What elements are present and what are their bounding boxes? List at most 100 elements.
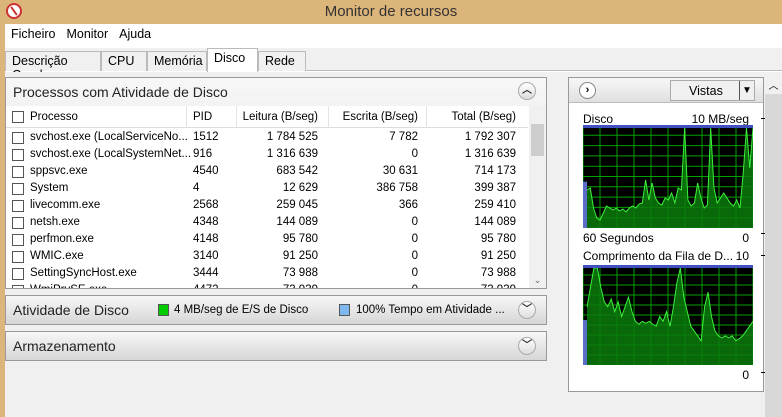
legend-active-time: 100% Tempo em Atividade ... [356, 304, 505, 316]
col-leitura[interactable]: Leitura (B/seg) [243, 111, 318, 123]
tab-cpu[interactable]: CPU [101, 51, 147, 71]
read-rate: 73 939 [283, 284, 318, 288]
client-area: FicheiroMonitorAjuda Descrição Geral CPU… [5, 24, 782, 417]
total-rate: 91 250 [480, 250, 516, 262]
row-checkbox[interactable] [12, 251, 24, 263]
section-title: Atividade de Disco [13, 302, 129, 318]
tab-disco[interactable]: Disco [207, 48, 258, 72]
total-rate: 1 792 307 [464, 131, 516, 143]
total-rate: 1 316 639 [464, 148, 516, 160]
pid: 2568 [193, 199, 219, 211]
row-checkbox[interactable] [12, 234, 24, 246]
storage-section[interactable]: Armazenamento ﹀ [5, 331, 547, 361]
menu-ficheiro[interactable]: Ficheiro [5, 24, 60, 41]
process-name: perfmon.exe [30, 233, 94, 245]
write-rate: 386 758 [376, 182, 418, 194]
graph-queue-max: 10 [735, 249, 749, 263]
scroll-down-icon[interactable]: ⌄ [529, 275, 546, 286]
table-row[interactable]: svchost.exe (LocalServiceNo... 1512 1 784 … [6, 129, 528, 146]
menu-bar: Ficheiro Monitor Ajuda [5, 24, 782, 44]
graph-disk-min: 0 [742, 231, 749, 245]
table-scrollbar[interactable]: ⌄ [529, 106, 546, 288]
legend-swatch-green [158, 304, 169, 316]
read-rate: 12 629 [282, 182, 318, 194]
total-rate: 95 780 [480, 233, 516, 245]
table-row[interactable]: livecomm.exe 2568 259 045 366 259 410 [6, 197, 528, 214]
write-rate: 0 [411, 148, 418, 160]
read-rate: 1 784 525 [266, 131, 318, 143]
menu-monitor[interactable]: Monitor [60, 24, 113, 41]
row-checkbox[interactable] [12, 268, 24, 280]
process-name: WmiPrvSE.exe [30, 284, 107, 288]
col-pid[interactable]: PID [193, 111, 212, 123]
col-escrita[interactable]: Escrita (B/seg) [343, 111, 418, 123]
graphs-panel: › Vistas ▼ Disco 10 MB/seg 60 Segundos 0… [568, 77, 766, 392]
table-row[interactable]: SettingSyncHost.exe 3444 73 988 0 73 988 [6, 265, 528, 282]
read-rate: 259 045 [276, 199, 318, 211]
total-rate: 73 939 [481, 284, 516, 288]
section-title: Armazenamento [13, 338, 116, 354]
active-time-bar [583, 265, 753, 268]
collapse-chevron-up-icon[interactable]: ︿ [518, 82, 536, 100]
scrollbar-thumb[interactable] [531, 124, 544, 156]
write-rate: 0 [411, 267, 418, 279]
process-name: svchost.exe (LocalServiceNo... [30, 131, 188, 143]
graph-disk-title: Disco [583, 112, 614, 126]
pid: 916 [193, 148, 213, 160]
col-processo[interactable]: Processo [30, 111, 78, 123]
hide-panel-arrow-icon[interactable]: › [579, 82, 596, 99]
tab-memoria[interactable]: Memória [147, 51, 207, 71]
table-row[interactable]: perfmon.exe 4148 95 780 0 95 780 [6, 231, 528, 248]
row-checkbox[interactable] [12, 285, 24, 288]
process-name: SettingSyncHost.exe [30, 267, 137, 279]
table-row[interactable]: WmiPrvSE.exe 4472 73 939 0 73 939 [6, 282, 528, 288]
row-checkbox[interactable] [12, 132, 24, 144]
legend-io: 4 MB/seg de E/S de Disco [174, 304, 309, 316]
read-rate: 95 780 [282, 233, 318, 245]
total-rate: 714 173 [474, 165, 516, 177]
read-rate: 73 988 [282, 267, 318, 279]
table-row[interactable]: sppsvc.exe 4540 683 542 30 631 714 173 [6, 163, 528, 180]
views-dropdown[interactable]: Vistas ▼ [670, 80, 755, 101]
disk-graph [583, 125, 753, 228]
row-checkbox[interactable] [12, 217, 24, 229]
graph-area [587, 268, 753, 365]
views-label: Vistas [689, 84, 723, 98]
read-rate: 144 089 [276, 216, 318, 228]
expand-chevron-down-icon[interactable]: ﹀ [518, 337, 536, 355]
process-name: WMIC.exe [30, 250, 84, 262]
scroll-up-icon[interactable]: ︿ [765, 77, 782, 94]
pid: 4472 [193, 284, 219, 288]
section-title: Processos com Atividade de Disco [13, 84, 228, 100]
select-all-checkbox[interactable] [12, 111, 24, 123]
row-checkbox[interactable] [12, 200, 24, 212]
tab-descricao-geral[interactable]: Descrição Geral [5, 51, 101, 82]
table-row[interactable]: WMIC.exe 3140 91 250 0 91 250 [6, 248, 528, 265]
total-rate: 144 089 [474, 216, 516, 228]
process-table: Processo PID Leitura (B/seg) Escrita (B/… [6, 106, 546, 288]
row-checkbox[interactable] [12, 166, 24, 178]
row-checkbox[interactable] [12, 149, 24, 161]
pid: 1512 [193, 131, 219, 143]
table-row[interactable]: netsh.exe 4348 144 089 0 144 089 [6, 214, 528, 231]
table-row[interactable]: System 4 12 629 386 758 399 387 [6, 180, 528, 197]
pid: 4348 [193, 216, 219, 228]
read-rate: 91 250 [282, 250, 318, 262]
row-checkbox[interactable] [12, 183, 24, 195]
write-rate: 0 [411, 250, 418, 262]
expand-chevron-down-icon[interactable]: ﹀ [518, 301, 536, 319]
pid: 4 [193, 182, 200, 194]
write-rate: 0 [412, 284, 418, 288]
menu-ajuda[interactable]: Ajuda [113, 24, 156, 41]
process-name: svchost.exe (LocalSystemNet... [30, 148, 192, 160]
table-row[interactable]: svchost.exe (LocalSystemNet... 916 1 316 6… [6, 146, 528, 163]
col-total[interactable]: Total (B/seg) [451, 111, 516, 123]
tab-rede[interactable]: Rede [258, 51, 306, 71]
graph-queue-min: 0 [742, 368, 749, 382]
graph-disk-max: 10 MB/seg [691, 112, 749, 126]
graph-time-span: 60 Segundos [583, 231, 654, 245]
panel-scrollbar[interactable]: ︿ [765, 77, 782, 417]
disk-activity-section[interactable]: Atividade de Disco 4 MB/seg de E/S de Di… [5, 295, 547, 325]
pid: 3444 [193, 267, 219, 279]
dropdown-arrow-icon[interactable]: ▼ [739, 81, 754, 100]
